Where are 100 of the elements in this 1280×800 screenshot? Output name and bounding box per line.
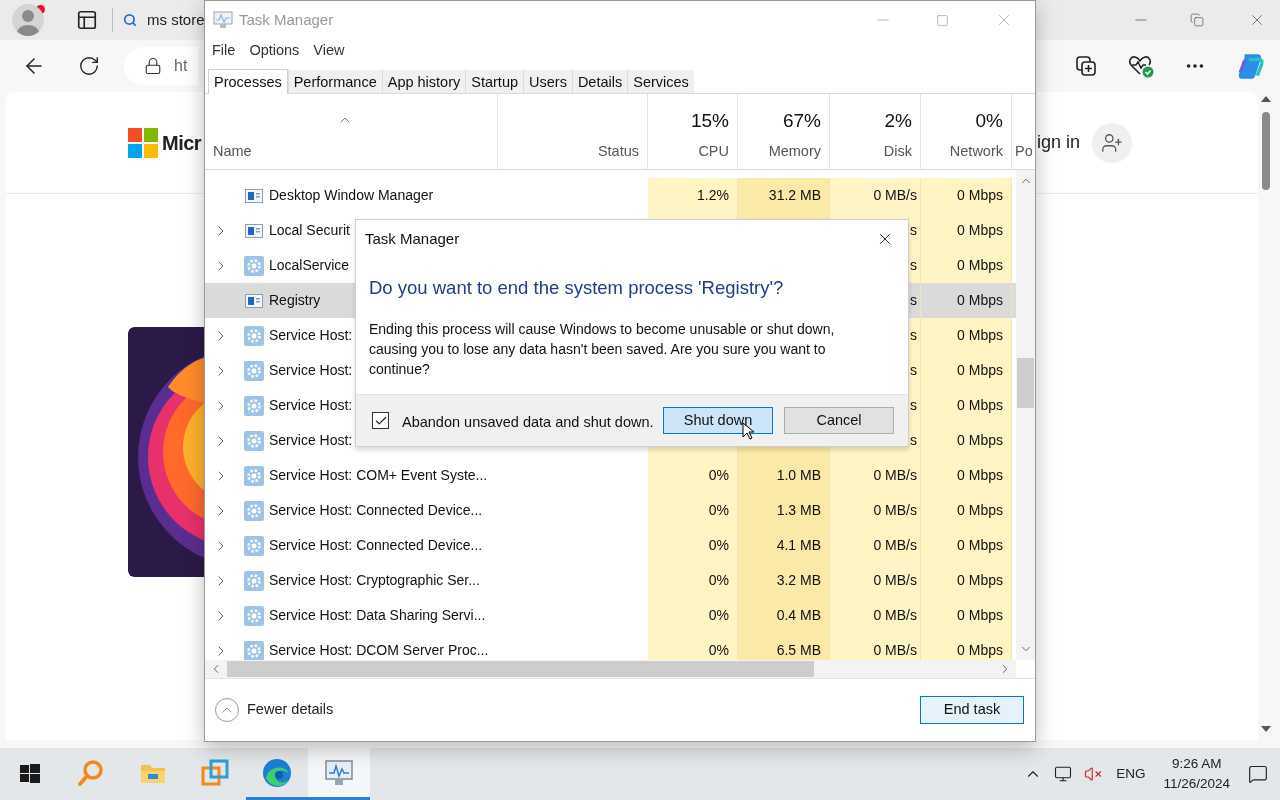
disk-value: s [910,256,917,275]
gear-icon [244,570,264,591]
window-title: Task Manager [239,9,334,30]
checkbox-label: Abandon unsaved data and shut down. [402,412,654,432]
memory-value: 3.2 MB [776,571,821,590]
cpu-value: 0% [708,501,729,520]
disk-value: 0 MB/s [873,501,917,520]
column-header[interactable]: Disk [883,141,912,163]
tab[interactable]: App history [381,70,466,93]
column-header[interactable]: Po [1015,141,1033,163]
scroll-up-icon[interactable] [1261,96,1271,102]
gear-icon [244,430,264,451]
checkbox[interactable] [372,412,389,429]
notifications-icon[interactable] [1248,764,1268,784]
disk-value: s [910,221,917,240]
tab[interactable]: Processes [208,69,288,94]
copilot-icon[interactable] [1236,51,1266,81]
network-value: 0 Mbps [957,606,1003,625]
disk-value: 0 MB/s [873,466,917,485]
network-value: 0 Mbps [957,326,1003,345]
column-header[interactable]: CPU [698,141,729,163]
network-value: 0 Mbps [957,186,1003,205]
sign-in-link[interactable]: ign in [1036,129,1080,156]
process-name: Registry [269,291,321,310]
avatar-icon[interactable] [12,4,44,36]
menu-item[interactable]: File [212,40,236,62]
usage-percent: 2% [884,108,912,133]
process-name: Service Host: [269,361,353,380]
disk-value: s [910,361,917,380]
process-name: Service Host: Connected Device... [269,536,483,555]
tab[interactable]: Services [627,70,694,93]
lock-icon [144,57,162,75]
taskbar-app[interactable] [308,748,370,800]
brand-name: Micr [162,130,202,156]
cancel-button[interactable]: Cancel [784,407,894,434]
gear-icon [244,360,264,381]
language-indicator[interactable]: ENG [1116,763,1146,785]
network-value: 0 Mbps [957,431,1003,450]
memory-value: 31.2 MB [768,186,821,205]
gear-icon [244,535,264,556]
gear-icon [244,255,264,276]
fewer-details-link[interactable]: Fewer details [247,699,334,721]
column-header[interactable]: Name [213,141,252,163]
disk-value: s [910,431,917,450]
network-value: 0 Mbps [957,221,1003,240]
process-name: Service Host: [269,396,353,415]
disk-value: 0 MB/s [873,571,917,590]
refresh-icon[interactable] [78,55,100,77]
tab[interactable]: Startup [465,70,523,93]
network-value: 0 Mbps [957,536,1003,555]
network-value: 0 Mbps [957,466,1003,485]
cpu-value: 0% [708,571,729,590]
process-name: Service Host: COM+ Event Syste... [269,466,488,485]
dialog-message: Ending this process will cause Windows to become unusable or shut down, causing you to lose any data hasn't been saved. Are you sure you want to continue? [369,319,836,379]
tab[interactable]: Users [523,70,572,93]
gear-icon [244,605,264,626]
network-value: 0 Mbps [957,501,1003,520]
health-icon[interactable] [1128,54,1154,78]
tab-actions-icon[interactable] [76,9,98,31]
disk-value: s [910,291,917,310]
scroll-down-icon[interactable] [1261,726,1271,732]
network-value: 0 Mbps [957,361,1003,380]
process-name: Service Host: Data Sharing Servi... [269,606,486,625]
restore-icon[interactable] [1190,13,1204,27]
process-name: Service Host: Connected Device... [269,501,483,520]
usage-percent: 67% [782,108,821,133]
column-header[interactable]: Status [597,141,639,163]
tab[interactable]: Performance [287,70,382,93]
column-header[interactable]: Network [949,141,1003,163]
dialog-heading: Do you want to end the system process 'Registry'? [369,276,785,300]
gear-icon [244,500,264,521]
column-header[interactable]: Memory [768,141,821,163]
scrollbar-thumb[interactable] [227,661,814,677]
usage-percent: 15% [690,108,729,133]
network-value: 0 Mbps [957,396,1003,415]
process-name: Service Host: DCOM Server Proc... [269,641,489,660]
address-bar[interactable]: ht [124,47,198,85]
process-name: Local Securit [269,221,350,240]
clock[interactable]: 9:26 AM 11/26/2024 [1163,754,1230,794]
end-task-button[interactable]: End task [920,696,1024,724]
disk-value: s [910,396,917,415]
volume-muted-icon[interactable] [1084,765,1103,783]
browser-tab[interactable]: ms store [123,8,205,32]
scrollbar-thumb[interactable] [1262,112,1270,190]
squares-icon [201,758,229,787]
collections-icon[interactable] [1074,54,1098,78]
shut-down-button[interactable]: Shut down [663,407,773,434]
menu-item[interactable]: Options [249,40,300,62]
cpu-value: 0% [708,641,729,660]
process-name: LocalService [269,256,350,275]
tab[interactable]: Details [571,70,628,93]
scrollbar-thumb[interactable] [1017,358,1034,408]
start-icon [20,764,40,784]
menu-item[interactable]: View [313,40,345,62]
account-button[interactable] [1092,122,1132,163]
search-icon [123,13,137,27]
dialog-title: Task Manager [365,228,460,249]
gear-icon [244,325,264,346]
disk-value: 0 MB/s [873,606,917,625]
network-icon[interactable] [1054,765,1073,783]
